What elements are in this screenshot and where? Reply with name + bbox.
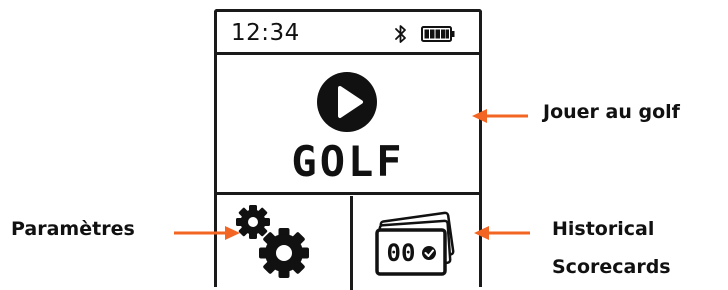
callout-play-golf: Jouer au golf: [543, 101, 680, 123]
play-golf-button[interactable]: GOLF: [217, 55, 479, 190]
golf-label: GOLF: [291, 137, 405, 186]
battery-full-icon: [421, 26, 455, 42]
device-screen: 12:34 GOLF 00: [214, 9, 482, 290]
callout-history-line2: Scorecards: [552, 256, 671, 278]
status-bar: 12:34: [217, 12, 479, 52]
history-button[interactable]: 00: [353, 195, 479, 290]
callout-settings: Paramètres: [11, 218, 135, 240]
bluetooth-icon: [395, 25, 406, 43]
callout-history-line1: Historical: [552, 218, 655, 240]
clock: 12:34: [231, 20, 300, 46]
scorecards-icon: 00: [375, 211, 455, 276]
scorecard-card-text: 00: [387, 239, 416, 267]
play-icon: [317, 72, 377, 132]
arrow-left-icon: [472, 109, 528, 123]
arrow-left-icon: [474, 226, 530, 240]
arrow-right-icon: [174, 226, 240, 240]
